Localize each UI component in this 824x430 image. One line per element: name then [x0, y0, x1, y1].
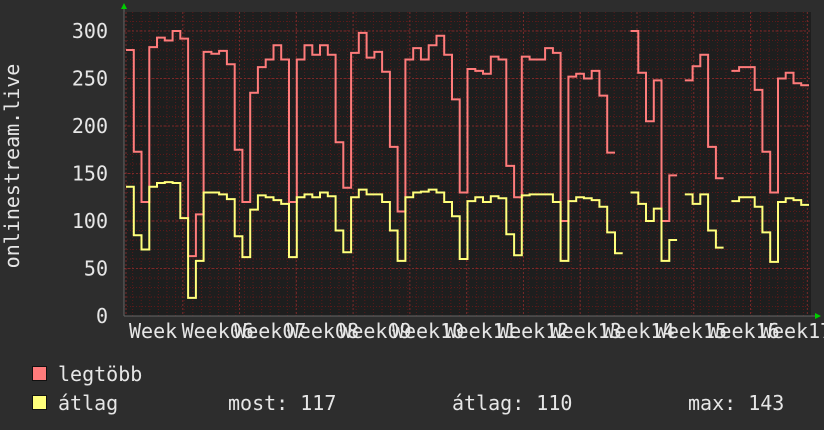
x-tick-label: Week17	[760, 319, 824, 343]
y-axis-ticks: 0 50 100 150 200 250 300	[72, 19, 108, 328]
y-tick-label: 300	[72, 19, 108, 43]
legend-label-max: legtöbb	[58, 362, 143, 386]
stat-maximum: max: 143	[688, 391, 785, 415]
x-tick-label: Week	[129, 319, 177, 343]
y-tick-label: 150	[72, 162, 108, 186]
legend-swatch-avg	[32, 395, 47, 410]
y-tick-label: 0	[96, 304, 108, 328]
y-axis-arrow	[121, 3, 127, 9]
x-axis-ticks: Week Week06Week07Week08Week09Week10Week11…	[129, 319, 824, 343]
legend-label-avg: átlag	[58, 391, 119, 415]
y-tick-label: 200	[72, 114, 108, 138]
legend-swatch-max	[32, 366, 47, 381]
y-tick-label: 250	[72, 67, 108, 91]
stat-average: átlag: 110	[452, 391, 573, 415]
y-axis-label: onlinestream.live	[0, 64, 24, 269]
y-tick-label: 50	[84, 257, 108, 281]
stat-current: most: 117	[228, 391, 337, 415]
y-tick-label: 100	[72, 209, 108, 233]
